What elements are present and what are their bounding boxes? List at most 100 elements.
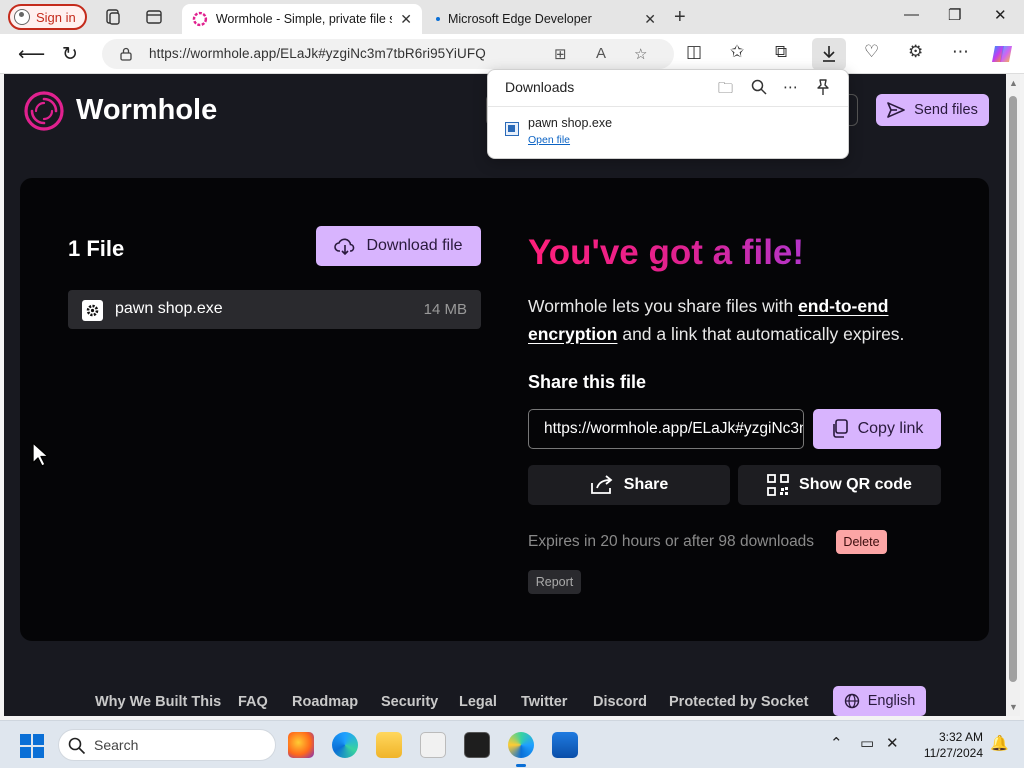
download-icon[interactable] (820, 44, 838, 64)
gear-icon (82, 300, 103, 321)
favorite-star-icon[interactable]: ☆ (634, 45, 647, 63)
tab-edge-developer[interactable]: Microsoft Edge Developer ✕ (426, 4, 666, 34)
globe-icon (844, 693, 859, 709)
wormhole-logo[interactable] (23, 90, 65, 132)
footer-link-socket[interactable]: Protected by Socket (669, 694, 808, 710)
language-label: English (867, 693, 916, 709)
file-count: 1 File (68, 236, 125, 261)
read-aloud-icon[interactable]: A (596, 45, 606, 62)
delete-button[interactable]: Delete (836, 530, 887, 554)
cloud-download-icon (334, 238, 355, 255)
search-icon[interactable] (751, 79, 767, 95)
file-row[interactable]: pawn shop.exe 14 MB (68, 290, 481, 329)
footer-link-discord[interactable]: Discord (593, 694, 647, 710)
folder-icon[interactable]: 🗀 (718, 78, 733, 103)
extensions-icon[interactable]: ⚙ (908, 42, 923, 62)
tab-strip: Sign in Wormhole - Simple, private file … (0, 0, 1024, 34)
search-icon (68, 737, 86, 755)
downloads-flyout: Downloads 🗀 ⋯ pawn shop.exe Open file (487, 69, 849, 159)
share-link-field[interactable]: https://wormhole.app/ELaJk#yzgiNc3m7tbR6… (528, 409, 804, 449)
volume-muted-icon[interactable]: ✕ (886, 734, 899, 752)
language-button[interactable]: English (833, 686, 926, 716)
url-text: https://wormhole.app/ELaJk#yzgiNc3m7tbR6… (149, 46, 486, 61)
notification-bell-icon[interactable]: 🔔 (990, 734, 1009, 752)
download-file-button[interactable]: Download file (316, 226, 481, 266)
file-explorer-icon[interactable] (376, 732, 402, 758)
edge-icon[interactable] (332, 732, 358, 758)
tab-title: Wormhole - Simple, private file sh (215, 12, 393, 26)
browser-essentials-icon[interactable]: ♡ (864, 42, 879, 62)
pin-icon[interactable] (815, 78, 831, 96)
file-size: 14 MB (423, 301, 467, 318)
minimize-button[interactable]: — (904, 6, 919, 23)
scroll-thumb[interactable] (1009, 96, 1017, 682)
page-scrollbar[interactable]: ▲ ▼ (1006, 74, 1020, 716)
favorites-icon[interactable]: ✩ (730, 42, 744, 62)
brand-name[interactable]: Wormhole (76, 94, 217, 127)
page-viewport: Wormhole s Send files 1 File Download fi… (4, 74, 1006, 716)
download-item-name[interactable]: pawn shop.exe (528, 116, 612, 130)
omnibox[interactable]: https://wormhole.app/ELaJk#yzgiNc3m7tbR6… (102, 39, 674, 69)
app-icon[interactable] (420, 732, 446, 758)
sign-in-button[interactable]: Sign in (8, 4, 87, 30)
tab-title: Microsoft Edge Developer (447, 12, 592, 26)
file-name: pawn shop.exe (115, 300, 223, 317)
close-tab-icon[interactable]: ✕ (644, 11, 656, 28)
share-heading: Share this file (528, 372, 647, 392)
close-tab-icon[interactable]: ✕ (400, 11, 412, 28)
footer-link-why[interactable]: Why We Built This (95, 694, 221, 710)
taskbar-search[interactable]: Search (58, 729, 276, 761)
restore-button[interactable]: ❐ (948, 6, 961, 24)
terminal-icon[interactable] (464, 732, 490, 758)
footer-link-security[interactable]: Security (381, 694, 438, 710)
lock-icon[interactable] (120, 47, 132, 61)
edge-canary-icon[interactable] (508, 732, 534, 767)
tab-wormhole[interactable]: Wormhole - Simple, private file sh ✕ (182, 4, 422, 34)
chevron-up-icon[interactable]: ⌃ (830, 734, 843, 752)
firefox-icon[interactable] (288, 732, 314, 758)
more-icon[interactable]: ⋯ (952, 42, 969, 62)
qr-icon (767, 474, 789, 496)
file-card: 1 File Download file pawn shop.exe 14 MB… (20, 178, 989, 641)
footer-link-faq[interactable]: FAQ (238, 694, 268, 710)
split-screen-icon[interactable]: ◫ (686, 42, 702, 62)
new-tab-button[interactable]: + (674, 6, 686, 29)
footer-link-roadmap[interactable]: Roadmap (292, 694, 358, 710)
expiry-text: Expires in 20 hours or after 98 download… (528, 533, 815, 550)
send-icon (887, 102, 905, 118)
show-qr-button[interactable]: Show QR code (738, 465, 941, 505)
collections-icon[interactable]: ⧉ (775, 42, 787, 62)
edge-profile-icon (14, 9, 30, 25)
share-button[interactable]: Share (528, 465, 730, 505)
description-text: Wormhole lets you share files with (528, 296, 799, 316)
description: Wormhole lets you share files with end-t… (528, 292, 948, 348)
tab-actions-icon[interactable] (145, 8, 163, 26)
store-icon[interactable] (552, 732, 578, 758)
back-icon[interactable]: ⟵ (18, 43, 45, 66)
network-icon[interactable]: ▭ (860, 734, 874, 752)
open-file-link[interactable]: Open file (528, 134, 570, 146)
apps-icon[interactable]: ⊞ (554, 45, 567, 63)
copilot-icon[interactable] (990, 42, 1014, 66)
scroll-down-icon[interactable]: ▼ (1009, 702, 1018, 712)
report-button[interactable]: Report (528, 570, 581, 594)
show-qr-label: Show QR code (799, 476, 912, 493)
footer-link-twitter[interactable]: Twitter (521, 694, 567, 710)
downloads-title: Downloads (505, 79, 575, 95)
clock-date: 11/27/2024 (923, 746, 983, 760)
address-bar: ⟵ ↻ https://wormhole.app/ELaJk#yzgiNc3m7… (0, 34, 1024, 74)
windows-start-icon[interactable] (20, 734, 44, 758)
system-clock[interactable]: 3:32 AM 11/27/2024 (917, 729, 983, 761)
more-options-icon[interactable]: ⋯ (783, 78, 798, 96)
scroll-up-icon[interactable]: ▲ (1009, 78, 1018, 88)
copy-link-button[interactable]: Copy link (813, 409, 941, 449)
download-file-label: Download file (366, 237, 463, 254)
footer-link-legal[interactable]: Legal (459, 694, 497, 710)
close-window-button[interactable]: ✕ (994, 6, 1007, 24)
wormhole-favicon (192, 11, 208, 27)
send-files-button[interactable]: Send files (876, 94, 989, 126)
workspaces-icon[interactable] (104, 8, 122, 26)
copy-link-label: Copy link (857, 420, 924, 437)
description-text-end: and a link that automatically expires. (617, 324, 905, 344)
refresh-icon[interactable]: ↻ (62, 43, 78, 66)
